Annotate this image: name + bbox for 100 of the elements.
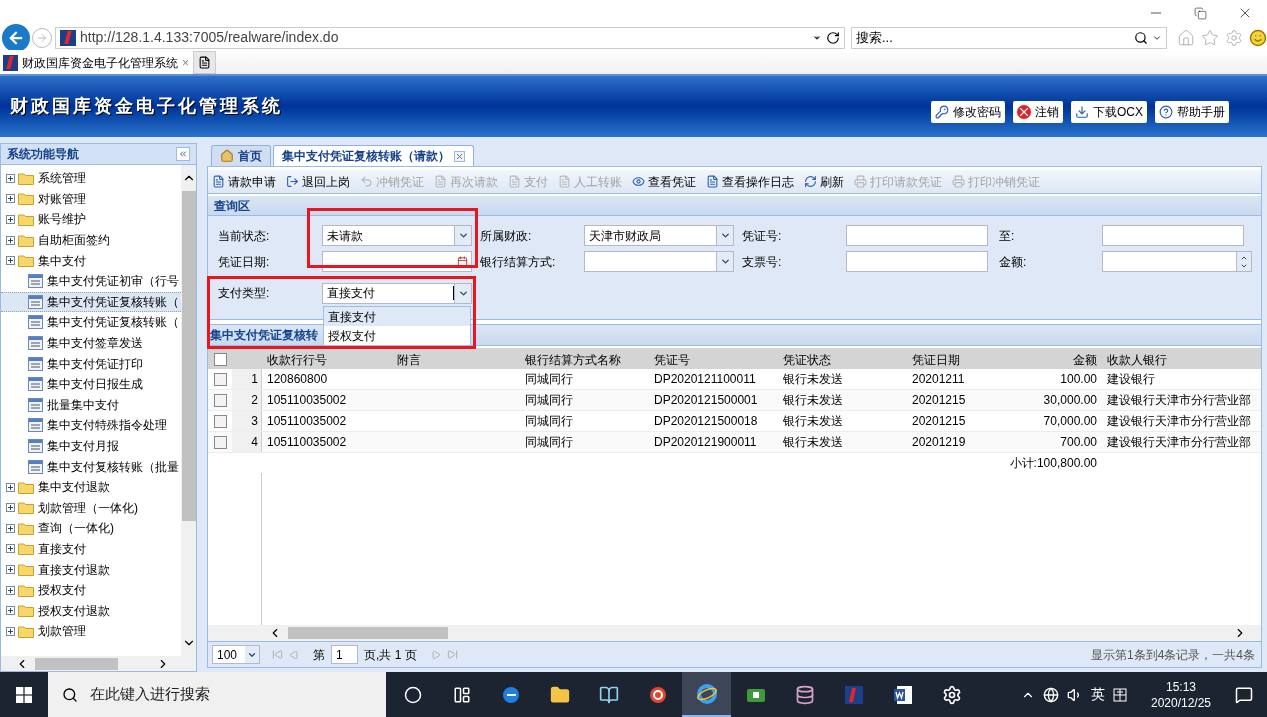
double-chevron-icon bbox=[178, 149, 188, 159]
select-field[interactable]: 直接支付 bbox=[322, 282, 472, 304]
row-checkbox[interactable] bbox=[213, 393, 227, 407]
input-field[interactable] bbox=[846, 225, 988, 246]
page-field[interactable]: 1 bbox=[331, 645, 358, 664]
folder-icon bbox=[18, 542, 34, 556]
toolbar-button[interactable]: 退回上岗 bbox=[286, 172, 350, 191]
toolbar-button[interactable]: 刷新 bbox=[804, 172, 844, 191]
column-header[interactable]: 凭证日期 bbox=[907, 350, 1007, 369]
back-button[interactable] bbox=[2, 23, 30, 52]
nav-title: 系统功能导航 bbox=[7, 146, 79, 163]
section-title: 查询区 bbox=[214, 197, 250, 215]
expand-icon[interactable] bbox=[6, 523, 15, 533]
nav-item[interactable]: 集中支付特殊指令处理 bbox=[1, 415, 181, 436]
nav-item[interactable]: 授权支付退款 bbox=[1, 600, 181, 622]
input-field[interactable] bbox=[1102, 225, 1244, 246]
folder-icon bbox=[18, 171, 34, 185]
select-field[interactable] bbox=[584, 251, 734, 272]
refresh-icon[interactable] bbox=[826, 30, 840, 45]
expand-icon[interactable] bbox=[6, 256, 15, 266]
new-tab-button[interactable] bbox=[193, 51, 216, 74]
column-header[interactable]: 附言 bbox=[392, 350, 520, 369]
expand-icon[interactable] bbox=[6, 482, 15, 492]
nav-item[interactable]: 对账管理 bbox=[1, 188, 181, 210]
page-size-select[interactable]: 100 bbox=[212, 645, 260, 664]
row-checkbox[interactable] bbox=[213, 414, 227, 428]
expand-icon[interactable] bbox=[6, 215, 15, 224]
row-checkbox[interactable] bbox=[213, 372, 227, 386]
ime-indicator[interactable]: 英 bbox=[1091, 684, 1105, 705]
nav-item[interactable]: 划款管理 bbox=[1, 621, 181, 642]
taskbar-search[interactable]: 在此键入进行搜索 bbox=[48, 672, 386, 717]
clock[interactable]: 15:13 2020/12/25 bbox=[1143, 678, 1219, 711]
keyboard-mode-icon[interactable] bbox=[1113, 687, 1127, 702]
header-button[interactable]: 注销 bbox=[1013, 100, 1063, 123]
nav-item[interactable]: 集中支付凭证复核转账（ bbox=[1, 312, 181, 333]
network-icon[interactable] bbox=[1043, 686, 1059, 703]
nav-item[interactable]: 划款管理（一体化) bbox=[1, 497, 181, 519]
subtotal: 小计:100,800.00 bbox=[1009, 456, 1097, 470]
smiley-icon[interactable] bbox=[1249, 28, 1267, 47]
column-header[interactable]: 凭证号 bbox=[649, 350, 778, 369]
select-all-checkbox[interactable] bbox=[213, 353, 227, 366]
column-header[interactable]: 收款人银行 bbox=[1102, 350, 1252, 369]
expand-icon[interactable] bbox=[6, 235, 15, 245]
nav-item[interactable]: 集中支付日报生成 bbox=[1, 373, 181, 395]
nav-item[interactable]: 批量集中支付 bbox=[1, 394, 181, 416]
search-field[interactable]: 搜索... bbox=[851, 26, 1167, 49]
nav-item[interactable]: 集中支付 bbox=[1, 250, 181, 271]
nav-item[interactable]: 集中支付凭证打印 bbox=[1, 353, 181, 374]
dropdown-option[interactable]: 直接支付 bbox=[324, 307, 470, 326]
nav-item[interactable]: 集中支付月报 bbox=[1, 435, 181, 457]
nav-item[interactable]: 集中支付退款 bbox=[1, 476, 181, 498]
restore-icon[interactable] bbox=[1194, 6, 1207, 20]
column-header[interactable]: 银行结算方式名称 bbox=[520, 350, 649, 369]
header-button[interactable]: 下载OCX bbox=[1071, 100, 1147, 123]
nav-item[interactable]: 集中支付凭证初审（行号 bbox=[1, 270, 181, 292]
column-header[interactable]: 收款行行号 bbox=[262, 350, 392, 369]
notification-icon[interactable] bbox=[1235, 685, 1253, 704]
nav-item[interactable]: 集中支付签章发送 bbox=[1, 332, 181, 354]
spinner-icon[interactable] bbox=[1236, 252, 1251, 271]
form-icon bbox=[28, 439, 43, 453]
nav-item[interactable]: 查询（一体化) bbox=[1, 518, 181, 539]
expand-icon[interactable] bbox=[6, 585, 15, 595]
expand-icon[interactable] bbox=[6, 544, 15, 554]
close-tab-icon[interactable] bbox=[454, 150, 465, 162]
tab[interactable]: 首页 bbox=[211, 145, 271, 166]
row-checkbox[interactable] bbox=[213, 435, 227, 449]
nav-item[interactable]: 直接支付 bbox=[1, 538, 181, 560]
expand-icon[interactable] bbox=[6, 173, 15, 183]
column-header[interactable]: 凭证状态 bbox=[778, 350, 907, 369]
close-tab-icon[interactable]: × bbox=[182, 53, 189, 72]
nav-item[interactable]: 系统管理 bbox=[1, 168, 181, 189]
toolbar-button[interactable]: 查看凭证 bbox=[632, 172, 696, 191]
header-button[interactable]: 修改密码 bbox=[931, 100, 1005, 123]
column-header[interactable]: 金额 bbox=[1007, 350, 1102, 369]
nav-item[interactable]: 授权支付 bbox=[1, 579, 181, 601]
expand-icon[interactable] bbox=[6, 194, 15, 204]
toolbar-button[interactable]: 查看操作日志 bbox=[706, 172, 794, 191]
scrollbar[interactable] bbox=[181, 165, 196, 656]
select-field[interactable]: 天津市财政局 bbox=[584, 225, 734, 246]
expand-icon[interactable] bbox=[6, 606, 15, 616]
tab[interactable]: 集中支付凭证复核转账（请款） bbox=[273, 145, 474, 166]
nav-item[interactable]: 账号维护 bbox=[1, 209, 181, 230]
scrollbar[interactable] bbox=[208, 625, 1261, 641]
expand-icon[interactable] bbox=[6, 503, 15, 513]
toolbar-button[interactable]: 请款申请 bbox=[212, 172, 276, 191]
expand-icon[interactable] bbox=[6, 626, 15, 636]
nav-item[interactable]: 集中支付复核转账（批量 bbox=[1, 456, 181, 477]
nav-item[interactable]: 直接支付退款 bbox=[1, 559, 181, 580]
scrollbar[interactable] bbox=[1, 656, 196, 671]
expand-icon[interactable] bbox=[6, 565, 15, 575]
nav-item[interactable]: 集中支付凭证复核转账（ bbox=[1, 291, 181, 313]
number-field[interactable] bbox=[1102, 251, 1252, 272]
dropdown-option[interactable]: 授权支付 bbox=[324, 326, 470, 345]
input-field[interactable] bbox=[846, 251, 988, 272]
address-bar[interactable]: http://128.1.4.133:7005/realware/index.do bbox=[55, 26, 845, 49]
header-button[interactable]: 帮助手册 bbox=[1155, 100, 1229, 123]
search-icon[interactable] bbox=[1134, 30, 1148, 45]
nav-item[interactable]: 自助柜面签约 bbox=[1, 229, 181, 251]
select-field[interactable]: 未请款 bbox=[322, 225, 472, 246]
field-label: 金额: bbox=[999, 253, 1028, 271]
